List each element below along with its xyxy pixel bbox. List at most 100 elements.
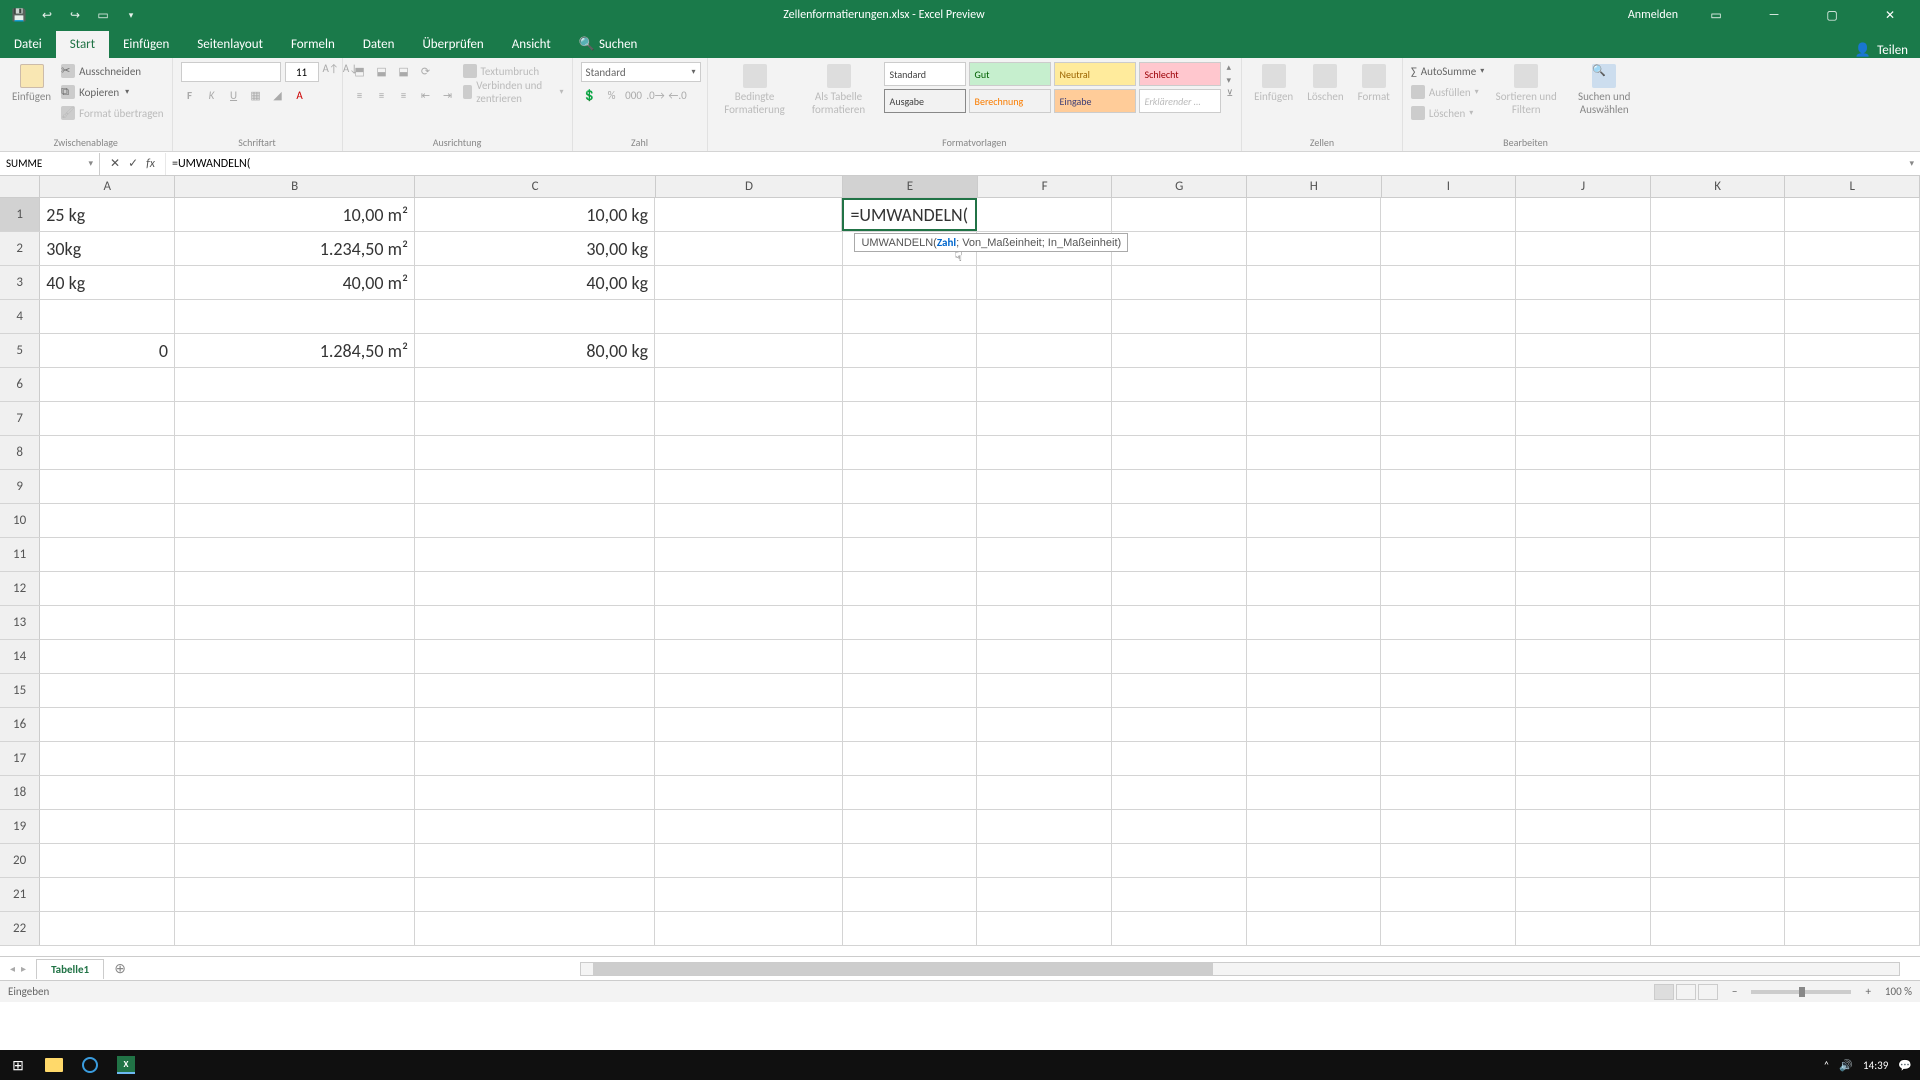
cell-J21[interactable] xyxy=(1516,878,1651,911)
cell-L5[interactable] xyxy=(1785,334,1920,367)
cell-C13[interactable] xyxy=(415,606,655,639)
fill-color-button[interactable]: ◢ xyxy=(269,86,287,104)
cell-G1[interactable] xyxy=(1112,198,1247,231)
tab-file[interactable]: Datei xyxy=(0,31,56,58)
cell-C19[interactable] xyxy=(415,810,655,843)
cell-D19[interactable] xyxy=(655,810,842,843)
cell-E14[interactable] xyxy=(843,640,978,673)
cell-L21[interactable] xyxy=(1785,878,1920,911)
cell-I6[interactable] xyxy=(1381,368,1516,401)
cell-E18[interactable] xyxy=(843,776,978,809)
cell-K16[interactable] xyxy=(1651,708,1786,741)
cell-K9[interactable] xyxy=(1651,470,1786,503)
row-header-14[interactable]: 14 xyxy=(0,640,40,673)
cell-I1[interactable] xyxy=(1381,198,1516,231)
cell-D16[interactable] xyxy=(655,708,842,741)
cell-I22[interactable] xyxy=(1381,912,1516,945)
cell-I14[interactable] xyxy=(1381,640,1516,673)
cell-E12[interactable] xyxy=(843,572,978,605)
cell-E9[interactable] xyxy=(843,470,978,503)
cell-K21[interactable] xyxy=(1651,878,1786,911)
save-icon[interactable]: 💾 xyxy=(10,6,28,24)
cell-L2[interactable] xyxy=(1785,232,1920,265)
row-header-10[interactable]: 10 xyxy=(0,504,40,537)
cell-K12[interactable] xyxy=(1651,572,1786,605)
find-select-button[interactable]: 🔍Suchen und Auswählen xyxy=(1568,62,1640,118)
cell-E4[interactable] xyxy=(843,300,978,333)
cell-B18[interactable] xyxy=(175,776,415,809)
cell-B9[interactable] xyxy=(175,470,415,503)
cell-L18[interactable] xyxy=(1785,776,1920,809)
cell-C1[interactable]: 10,00 kg xyxy=(415,198,655,231)
cell-A13[interactable] xyxy=(40,606,175,639)
cell-D11[interactable] xyxy=(655,538,842,571)
align-right-icon[interactable]: ≡ xyxy=(395,86,413,104)
cell-D18[interactable] xyxy=(655,776,842,809)
cell-E8[interactable] xyxy=(843,436,978,469)
row-header-21[interactable]: 21 xyxy=(0,878,40,911)
cell-H18[interactable] xyxy=(1247,776,1382,809)
cell-B4[interactable] xyxy=(175,300,415,333)
row-header-9[interactable]: 9 xyxy=(0,470,40,503)
cell-H7[interactable] xyxy=(1247,402,1382,435)
font-size-input[interactable] xyxy=(285,62,319,82)
minimize-icon[interactable]: — xyxy=(1754,1,1794,29)
autosum-button[interactable]: ∑AutoSumme▾ xyxy=(1411,62,1484,80)
style-ausgabe[interactable]: Ausgabe xyxy=(884,89,966,113)
cell-A6[interactable] xyxy=(40,368,175,401)
cell-F14[interactable] xyxy=(977,640,1112,673)
cell-J17[interactable] xyxy=(1516,742,1651,775)
row-header-1[interactable]: 1 xyxy=(0,198,40,231)
cell-A17[interactable] xyxy=(40,742,175,775)
insert-function-button[interactable]: fx xyxy=(146,157,155,171)
maximize-icon[interactable]: ▢ xyxy=(1812,1,1852,29)
cell-E7[interactable] xyxy=(843,402,978,435)
cell-D8[interactable] xyxy=(655,436,842,469)
sheet-nav-last-icon[interactable]: ▸ xyxy=(21,962,26,975)
cell-A1[interactable]: 25 kg xyxy=(40,198,175,231)
cell-J4[interactable] xyxy=(1516,300,1651,333)
taskbar-explorer[interactable] xyxy=(36,1051,72,1079)
cell-G20[interactable] xyxy=(1112,844,1247,877)
tray-clock[interactable]: 14:39 xyxy=(1863,1059,1888,1072)
cell-J8[interactable] xyxy=(1516,436,1651,469)
cell-D13[interactable] xyxy=(655,606,842,639)
col-header-K[interactable]: K xyxy=(1651,176,1786,197)
row-header-7[interactable]: 7 xyxy=(0,402,40,435)
cell-L15[interactable] xyxy=(1785,674,1920,707)
merge-button[interactable]: Verbinden und zentrieren▾ xyxy=(463,83,564,101)
cell-K19[interactable] xyxy=(1651,810,1786,843)
cell-D14[interactable] xyxy=(655,640,842,673)
styles-down-icon[interactable]: ▾ xyxy=(1227,75,1234,86)
styles-more-icon[interactable]: ⊻ xyxy=(1227,88,1234,99)
cell-D15[interactable] xyxy=(655,674,842,707)
cell-B5[interactable]: 1.284,50 m² xyxy=(175,334,415,367)
cell-L22[interactable] xyxy=(1785,912,1920,945)
cell-L19[interactable] xyxy=(1785,810,1920,843)
format-cells-button[interactable]: Format xyxy=(1354,62,1394,105)
cell-J1[interactable] xyxy=(1516,198,1651,231)
redo-icon[interactable]: ↪ xyxy=(66,6,84,24)
cell-H10[interactable] xyxy=(1247,504,1382,537)
cell-I18[interactable] xyxy=(1381,776,1516,809)
style-schlecht[interactable]: Schlecht xyxy=(1139,62,1221,86)
cell-A22[interactable] xyxy=(40,912,175,945)
sheet-tab-1[interactable]: Tabelle1 xyxy=(36,959,104,979)
row-header-13[interactable]: 13 xyxy=(0,606,40,639)
formula-enter-button[interactable]: ✓ xyxy=(128,156,138,171)
cell-J6[interactable] xyxy=(1516,368,1651,401)
cell-C7[interactable] xyxy=(415,402,655,435)
cell-B10[interactable] xyxy=(175,504,415,537)
cell-A14[interactable] xyxy=(40,640,175,673)
cell-I17[interactable] xyxy=(1381,742,1516,775)
cell-B22[interactable] xyxy=(175,912,415,945)
cell-I10[interactable] xyxy=(1381,504,1516,537)
cell-G9[interactable] xyxy=(1112,470,1247,503)
col-header-F[interactable]: F xyxy=(978,176,1113,197)
cell-E19[interactable] xyxy=(843,810,978,843)
row-header-6[interactable]: 6 xyxy=(0,368,40,401)
cell-A12[interactable] xyxy=(40,572,175,605)
cell-F13[interactable] xyxy=(977,606,1112,639)
cell-styles-gallery[interactable]: Standard Gut Neutral Schlecht Ausgabe Be… xyxy=(884,62,1221,113)
name-box[interactable]: SUMME xyxy=(0,153,100,175)
